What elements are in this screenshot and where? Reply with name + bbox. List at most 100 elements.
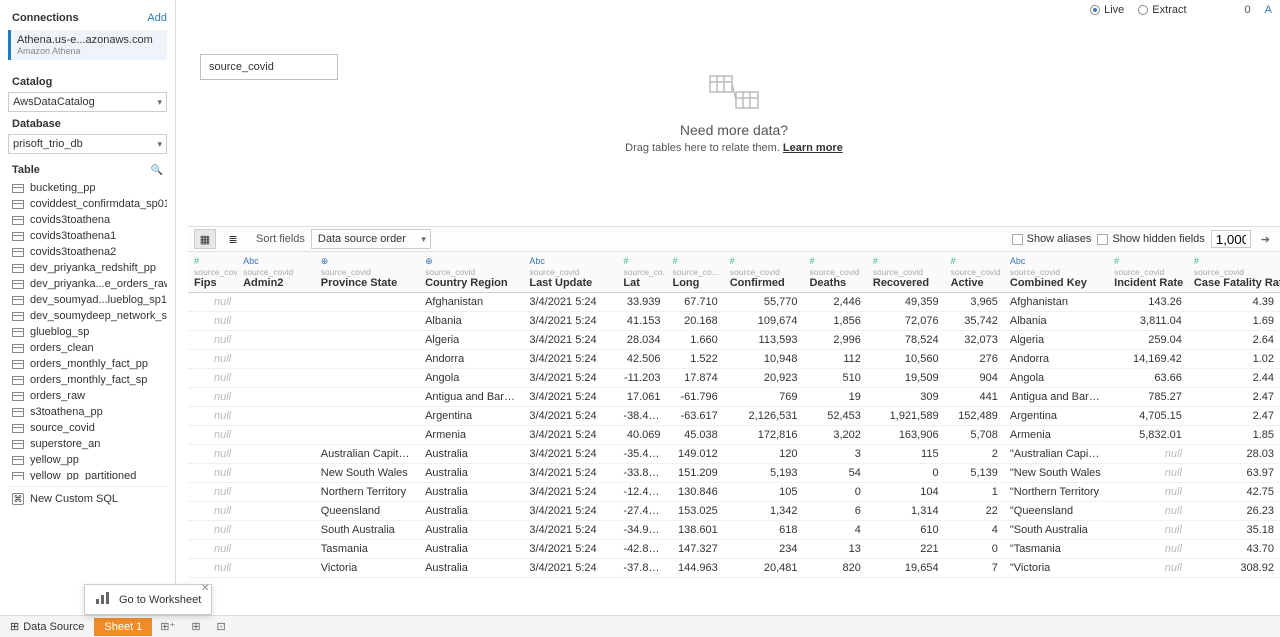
sort-fields-label: Sort fields [256,233,305,245]
canvas-area[interactable]: source_covid Need more data? Drag tables… [188,20,1280,220]
table-icon [12,440,24,449]
new-story-button[interactable]: ⊡ [209,620,234,633]
new-worksheet-button[interactable]: ⊞⁺ [152,620,183,633]
sort-fields-select[interactable]: Data source order [311,229,431,249]
left-panel: Connections Add Athena.us-e...azonaws.co… [0,0,176,615]
need-more-data: Need more data? Drag tables here to rela… [188,72,1280,154]
column-header[interactable]: #source_covidFips [188,252,237,293]
table-row[interactable]: nullAlgeria3/4/2021 5:2428.0341.660113,5… [188,331,1280,350]
column-header[interactable]: ⊕source_covidCountry Region [419,252,523,293]
column-header[interactable]: Abcsource_covidAdmin2 [237,252,315,293]
sql-icon: ⌘ [12,493,24,505]
go-to-worksheet-label: Go to Worksheet [119,594,201,606]
table-row[interactable]: nullVictoriaAustralia3/4/2021 5:24-37.81… [188,559,1280,578]
table-heading: Table [12,164,40,176]
table-pill[interactable]: source_covid [200,54,338,80]
grid-toolbar: ▦ ≣ Sort fields Data source order Show a… [188,226,1280,252]
column-header[interactable]: #source_covidRecovered [867,252,945,293]
table-row[interactable]: nullSouth AustraliaAustralia3/4/2021 5:2… [188,521,1280,540]
live-radio[interactable]: Live [1090,4,1124,16]
filter-count: 0 [1245,4,1251,16]
table-list-item[interactable]: superstore_an [8,436,167,452]
data-source-tab[interactable]: ⊞ Data Source [0,620,94,633]
column-header[interactable]: Abcsource_covidCombined Key [1004,252,1108,293]
search-icon[interactable]: 🔍 [151,165,163,176]
table-list: bucketing_ppcoviddest_confirmdata_sp01co… [8,180,167,480]
datasource-icon: ⊞ [10,620,19,633]
column-header[interactable]: #source_covidIncident Rate [1108,252,1188,293]
show-aliases-checkbox[interactable]: Show aliases [1012,233,1092,245]
learn-more-link[interactable]: Learn more [783,142,843,154]
table-icon [12,424,24,433]
table-row[interactable]: nullArgentina3/4/2021 5:24-38.416-63.617… [188,407,1280,426]
close-icon[interactable]: ✕ [201,583,209,594]
table-list-item[interactable]: bucketing_pp [8,180,167,196]
table-row[interactable]: nullTasmaniaAustralia3/4/2021 5:24-42.88… [188,540,1280,559]
table-list-item[interactable]: dev_soumyad...lueblog_sp1 [8,292,167,308]
table-list-item[interactable]: coviddest_confirmdata_sp01 [8,196,167,212]
column-header[interactable]: #source_co...Lat [617,252,666,293]
grid-view-button[interactable]: ▦ [194,229,216,249]
table-row[interactable]: nullAustralian Capital Ter...Australia3/… [188,445,1280,464]
connections-heading: Connections [12,12,79,24]
table-row[interactable]: nullAfghanistan3/4/2021 5:2433.93967.710… [188,293,1280,312]
table-list-item[interactable]: yellow_pp [8,452,167,468]
table-icon [12,408,24,417]
column-header[interactable]: #source_covidActive [945,252,1004,293]
rows-input[interactable] [1211,230,1251,248]
new-dashboard-button[interactable]: ⊞ [183,620,208,633]
column-header[interactable]: ⊕source_covidProvince State [315,252,419,293]
extract-radio[interactable]: Extract [1138,4,1186,16]
table-list-item[interactable]: glueblog_sp [8,324,167,340]
table-list-item[interactable]: dev_priyanka_redshift_pp [8,260,167,276]
new-custom-sql[interactable]: ⌘ New Custom SQL [8,486,167,511]
catalog-label: Catalog [8,70,167,92]
table-row[interactable]: nullNorthern TerritoryAustralia3/4/2021 … [188,483,1280,502]
table-list-item[interactable]: orders_monthly_fact_pp [8,356,167,372]
sheet1-tab[interactable]: Sheet 1 [94,618,152,636]
column-header[interactable]: #source_co...Long [666,252,723,293]
need-more-title: Need more data? [188,122,1280,138]
table-list-item[interactable]: dev_soumydeep_network_s [8,308,167,324]
go-to-worksheet-callout[interactable]: Go to Worksheet ✕ [84,584,212,615]
column-header[interactable]: #source_covidConfirmed [724,252,804,293]
column-header[interactable]: Abcsource_covidLast Update [523,252,617,293]
bar-chart-icon [95,591,111,608]
add-connection-link[interactable]: Add [147,12,167,24]
table-icon [12,472,24,481]
table-list-item[interactable]: dev_priyanka...e_orders_raw [8,276,167,292]
table-list-item[interactable]: covids3toathena1 [8,228,167,244]
catalog-select[interactable]: AwsDataCatalog [8,92,167,112]
data-grid[interactable]: #source_covidFipsAbcsource_covidAdmin2⊕s… [188,252,1280,615]
table-icon [12,280,24,289]
table-row[interactable]: nullAntigua and Barbuda3/4/2021 5:2417.0… [188,388,1280,407]
table-list-item[interactable]: yellow_pp_partitioned [8,468,167,480]
table-row[interactable]: nullAngola3/4/2021 5:24-11.20317.87420,9… [188,369,1280,388]
table-list-item[interactable]: s3toathena_pp [8,404,167,420]
table-list-item[interactable]: orders_clean [8,340,167,356]
table-icon [12,392,24,401]
show-hidden-checkbox[interactable]: Show hidden fields [1097,233,1204,245]
table-row[interactable]: nullArmenia3/4/2021 5:2440.06945.038172,… [188,426,1280,445]
table-list-item[interactable]: covids3toathena2 [8,244,167,260]
table-icon [12,232,24,241]
table-list-item[interactable]: covids3toathena [8,212,167,228]
need-more-sub: Drag tables here to relate them. [625,142,783,154]
database-select[interactable]: prisoft_trio_db [8,134,167,154]
bottom-tabs: ⊞ Data Source Sheet 1 ⊞⁺ ⊞ ⊡ [0,615,1280,637]
table-row[interactable]: nullNew South WalesAustralia3/4/2021 5:2… [188,464,1280,483]
table-list-item[interactable]: source_covid [8,420,167,436]
table-icon [12,376,24,385]
table-row[interactable]: nullAlbania3/4/2021 5:2441.15320.168109,… [188,312,1280,331]
connection-name: Athena.us-e...azonaws.com [17,34,161,46]
table-list-item[interactable]: orders_monthly_fact_sp [8,372,167,388]
table-row[interactable]: nullAndorra3/4/2021 5:2442.5061.52210,94… [188,350,1280,369]
table-row[interactable]: nullQueenslandAustralia3/4/2021 5:24-27.… [188,502,1280,521]
column-header[interactable]: #source_covidCase Fatality Ratio [1188,252,1280,293]
add-filter-link[interactable]: A [1265,4,1272,16]
connection-item[interactable]: Athena.us-e...azonaws.com Amazon Athena [8,30,167,60]
table-list-item[interactable]: orders_raw [8,388,167,404]
list-view-button[interactable]: ≣ [222,229,244,249]
column-header[interactable]: #source_covidDeaths [803,252,866,293]
rows-go-button[interactable]: ➔ [1257,233,1274,246]
